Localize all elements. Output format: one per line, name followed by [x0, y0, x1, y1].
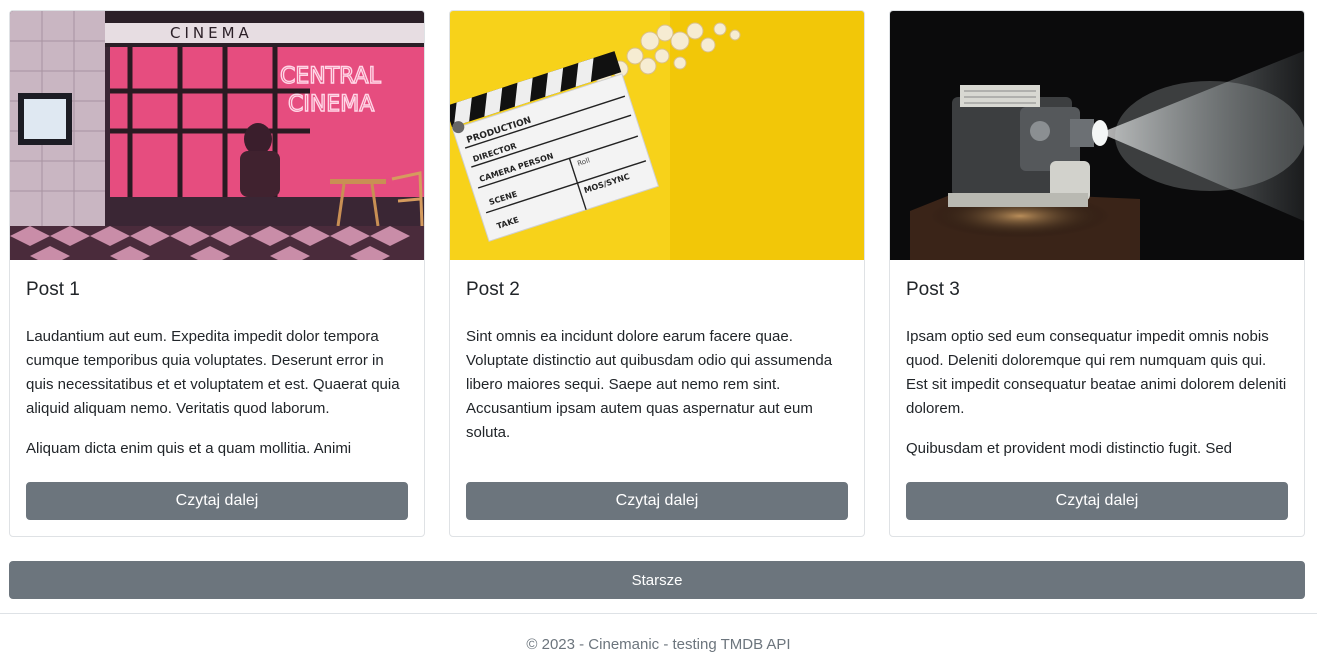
clapperboard-image: PRODUCTION DIRECTOR CAMERA PERSON Roll S…	[450, 11, 864, 260]
post-excerpt: Sint omnis ea incidunt dolore earum face…	[466, 325, 850, 457]
post-title: Post 1	[26, 279, 80, 300]
film-projector-image	[890, 11, 1304, 260]
cinema-sign-text: CINEMA	[170, 24, 253, 42]
read-more-button[interactable]: Czytaj dalej	[906, 482, 1288, 520]
post-paragraph: Quibusdam et provident modi distinctio f…	[906, 440, 1233, 457]
post-paragraph: Sint omnis ea incidunt dolore earum face…	[466, 328, 833, 441]
post-paragraph: Aliquam dicta enim quis et a quam mollit…	[26, 440, 352, 457]
neon-central-text: CENTRAL	[280, 64, 382, 89]
post-paragraph: Ipsam optio sed eum consequatur impedit …	[906, 328, 1287, 417]
read-more-button[interactable]: Czytaj dalej	[466, 482, 848, 520]
read-more-button[interactable]: Czytaj dalej	[26, 482, 408, 520]
post-excerpt: Laudantium aut eum. Expedita impedit dol…	[26, 325, 410, 457]
post-card: CINEMA CENTRAL CINEMA Post 1 Laudantium …	[9, 10, 425, 537]
post-card: Post 3 Ipsam optio sed eum consequatur i…	[889, 10, 1305, 537]
post-paragraph: Laudantium aut eum. Expedita impedit dol…	[26, 328, 400, 417]
footer-copyright: © 2023 - Cinemanic - testing TMDB API	[526, 636, 791, 653]
post-card: PRODUCTION DIRECTOR CAMERA PERSON Roll S…	[449, 10, 865, 537]
neon-cinema-text: CINEMA	[288, 92, 374, 117]
post-title: Post 2	[466, 279, 520, 300]
footer: © 2023 - Cinemanic - testing TMDB API	[0, 613, 1317, 670]
post-title: Post 3	[906, 279, 960, 300]
post-excerpt: Ipsam optio sed eum consequatur impedit …	[906, 325, 1290, 457]
cinema-storefront-image: CINEMA CENTRAL CINEMA	[10, 11, 424, 260]
older-posts-button[interactable]: Starsze	[9, 561, 1305, 599]
posts-grid: CINEMA CENTRAL CINEMA Post 1 Laudantium …	[9, 10, 1305, 537]
